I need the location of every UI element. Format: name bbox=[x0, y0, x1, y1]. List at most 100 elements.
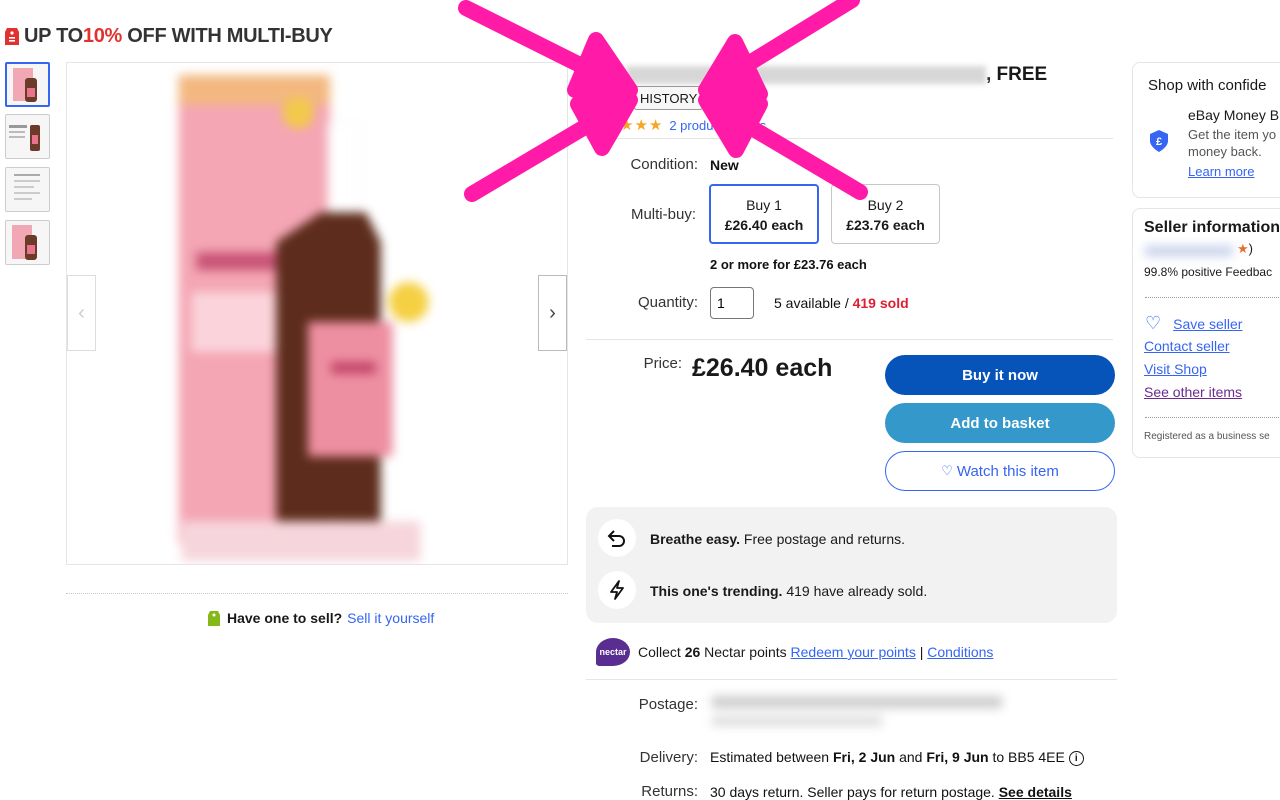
separator: | bbox=[915, 644, 928, 660]
shop-card-title: Shop with confide bbox=[1148, 77, 1267, 94]
conditions-link[interactable]: Conditions bbox=[927, 644, 993, 660]
banner-suffix: OFF WITH MULTI-BUY bbox=[122, 24, 333, 47]
registered-business: Registered as a business se bbox=[1144, 431, 1270, 442]
quantity-input[interactable] bbox=[710, 287, 754, 319]
multibuy-qty: Buy 1 bbox=[746, 197, 782, 213]
delivery-suffix: to BB5 4EE bbox=[988, 749, 1065, 765]
nectar-prefix: Collect bbox=[638, 644, 685, 660]
divider bbox=[1145, 417, 1280, 418]
delivery-prefix: Estimated between bbox=[710, 749, 833, 765]
info-icon[interactable]: i bbox=[1068, 750, 1084, 766]
multibuy-note: 2 or more for £23.76 each bbox=[710, 257, 867, 272]
multibuy-option-2[interactable]: Buy 2 £23.76 each bbox=[831, 184, 940, 244]
money-back-title: eBay Money B bbox=[1188, 107, 1280, 123]
quantity-label: Quantity: bbox=[637, 294, 698, 311]
multibuy-price: £23.76 each bbox=[846, 217, 925, 233]
seller-card-title: Seller information bbox=[1144, 219, 1280, 236]
divider bbox=[66, 593, 568, 594]
product-photo bbox=[178, 74, 429, 562]
next-image-button[interactable]: › bbox=[538, 275, 567, 351]
sell-prompt: Have one to sell? Sell it yourself bbox=[206, 609, 434, 627]
highlight-bold: This one's trending. bbox=[650, 583, 783, 599]
money-back-line1: Get the item yo bbox=[1188, 127, 1277, 142]
delivery-end: Fri, 9 Jun bbox=[926, 749, 989, 765]
highlight-free-returns: Breathe easy. Free postage and returns. bbox=[650, 531, 905, 547]
highlight-trending: This one's trending. 419 have already so… bbox=[650, 583, 927, 599]
price-value: £26.40 each bbox=[692, 354, 833, 382]
money-back-line2: money back. bbox=[1188, 144, 1262, 159]
divider bbox=[586, 138, 1113, 139]
shop-with-confidence-card: Shop with confide £ eBay Money B Get the… bbox=[1132, 62, 1280, 198]
highlight-text: 419 have already sold. bbox=[782, 583, 928, 599]
divider bbox=[586, 679, 1117, 680]
title-end: , FREE bbox=[986, 64, 1048, 85]
learn-more-link[interactable]: Learn more bbox=[1188, 164, 1254, 179]
delivery-estimate: Estimated between Fri, 2 Jun and Fri, 9 … bbox=[710, 749, 1084, 766]
visit-shop-link[interactable]: Visit Shop bbox=[1144, 361, 1207, 377]
highlight-text: Free postage and returns. bbox=[740, 531, 906, 547]
star-icon: ★ bbox=[1237, 241, 1249, 256]
returns-text: 30 days return. Seller pays for return p… bbox=[710, 784, 999, 800]
condition-value: New bbox=[710, 157, 739, 173]
main-product-image[interactable]: ‹ › bbox=[66, 62, 568, 565]
sell-question: Have one to sell? bbox=[227, 610, 343, 626]
contact-seller-link[interactable]: Contact seller bbox=[1144, 338, 1230, 354]
gallery-thumbnail[interactable] bbox=[5, 62, 50, 107]
delivery-start: Fri, 2 Jun bbox=[832, 749, 896, 765]
price-tag-icon bbox=[5, 28, 19, 45]
banner-prefix: UP TO bbox=[24, 24, 83, 47]
price-label: Price: bbox=[643, 355, 682, 372]
chevron-left-icon: ‹ bbox=[78, 301, 85, 324]
redeem-points-link[interactable]: Redeem your points bbox=[791, 644, 916, 660]
positive-feedback: 99.8% positive Feedbac bbox=[1144, 265, 1273, 279]
sell-it-yourself-link[interactable]: Sell it yourself bbox=[347, 610, 434, 626]
heart-icon: ♡ bbox=[941, 463, 953, 478]
chevron-right-icon: › bbox=[549, 301, 556, 324]
add-to-basket-button[interactable]: Add to basket bbox=[885, 403, 1115, 443]
seller-information-card: Seller information ★) 99.8% positive Fee… bbox=[1132, 208, 1280, 458]
gallery-thumbnail[interactable] bbox=[5, 167, 50, 212]
see-other-items-link[interactable]: See other items bbox=[1144, 384, 1242, 400]
blurred-seller-name bbox=[1145, 246, 1233, 256]
blurred-postage-details bbox=[712, 696, 1002, 730]
highlight-bold: Breathe easy. bbox=[650, 531, 741, 547]
star-rating-icon: ★★★ bbox=[620, 117, 664, 134]
previous-image-button[interactable]: ‹ bbox=[67, 275, 96, 351]
watch-label: Watch this item bbox=[956, 462, 1059, 480]
nectar-points: 26 bbox=[684, 644, 701, 660]
availability: 5 available / 419 sold bbox=[774, 295, 909, 311]
seller-score: ★) bbox=[1237, 241, 1253, 257]
shield-icon: £ bbox=[1150, 130, 1168, 152]
heart-icon: ♡ bbox=[1145, 313, 1162, 333]
title-line2: P&P bbox=[586, 89, 626, 110]
save-seller-link[interactable]: Save seller bbox=[1173, 316, 1242, 332]
product-ratings-link[interactable]: 2 product ratings bbox=[669, 118, 766, 133]
buy-it-now-button[interactable]: Buy it now bbox=[885, 355, 1115, 395]
returns-label: Returns: bbox=[641, 783, 698, 800]
available-text: 5 available / bbox=[774, 295, 853, 311]
postage-label: Postage: bbox=[638, 696, 698, 713]
banner-percent: 10% bbox=[82, 24, 123, 47]
ratings-row: ★★★ 2 product ratings bbox=[620, 116, 766, 134]
multibuy-banner: UP TO 10% OFF WITH MULTI-BUY bbox=[4, 22, 333, 50]
multibuy-price: £26.40 each bbox=[724, 217, 804, 233]
highlights-panel: Breathe easy. Free postage and returns. … bbox=[586, 507, 1117, 623]
gallery-thumbnail[interactable] bbox=[5, 114, 50, 159]
multibuy-option-1[interactable]: Buy 1 £26.40 each bbox=[709, 184, 819, 244]
watch-item-button[interactable]: ♡ Watch this item bbox=[885, 451, 1115, 491]
lightning-icon bbox=[598, 571, 636, 609]
delivery-and: and bbox=[895, 749, 927, 765]
sell-tag-icon bbox=[208, 611, 220, 626]
save-seller-row[interactable]: ♡ Save seller bbox=[1145, 313, 1242, 334]
gallery-thumbnail[interactable] bbox=[5, 220, 50, 265]
return-arrow-icon bbox=[598, 519, 636, 557]
multibuy-qty: Buy 2 bbox=[867, 197, 904, 213]
see-details-link[interactable]: See details bbox=[999, 784, 1072, 800]
nectar-suffix: Nectar points bbox=[700, 644, 791, 660]
nectar-logo: nectar bbox=[596, 638, 630, 666]
divider bbox=[586, 339, 1113, 340]
delivery-label: Delivery: bbox=[639, 749, 698, 766]
blurred-title-text bbox=[626, 65, 986, 84]
divider bbox=[1145, 297, 1280, 298]
nectar-text: Collect 26 Nectar points Redeem your poi… bbox=[638, 644, 993, 660]
